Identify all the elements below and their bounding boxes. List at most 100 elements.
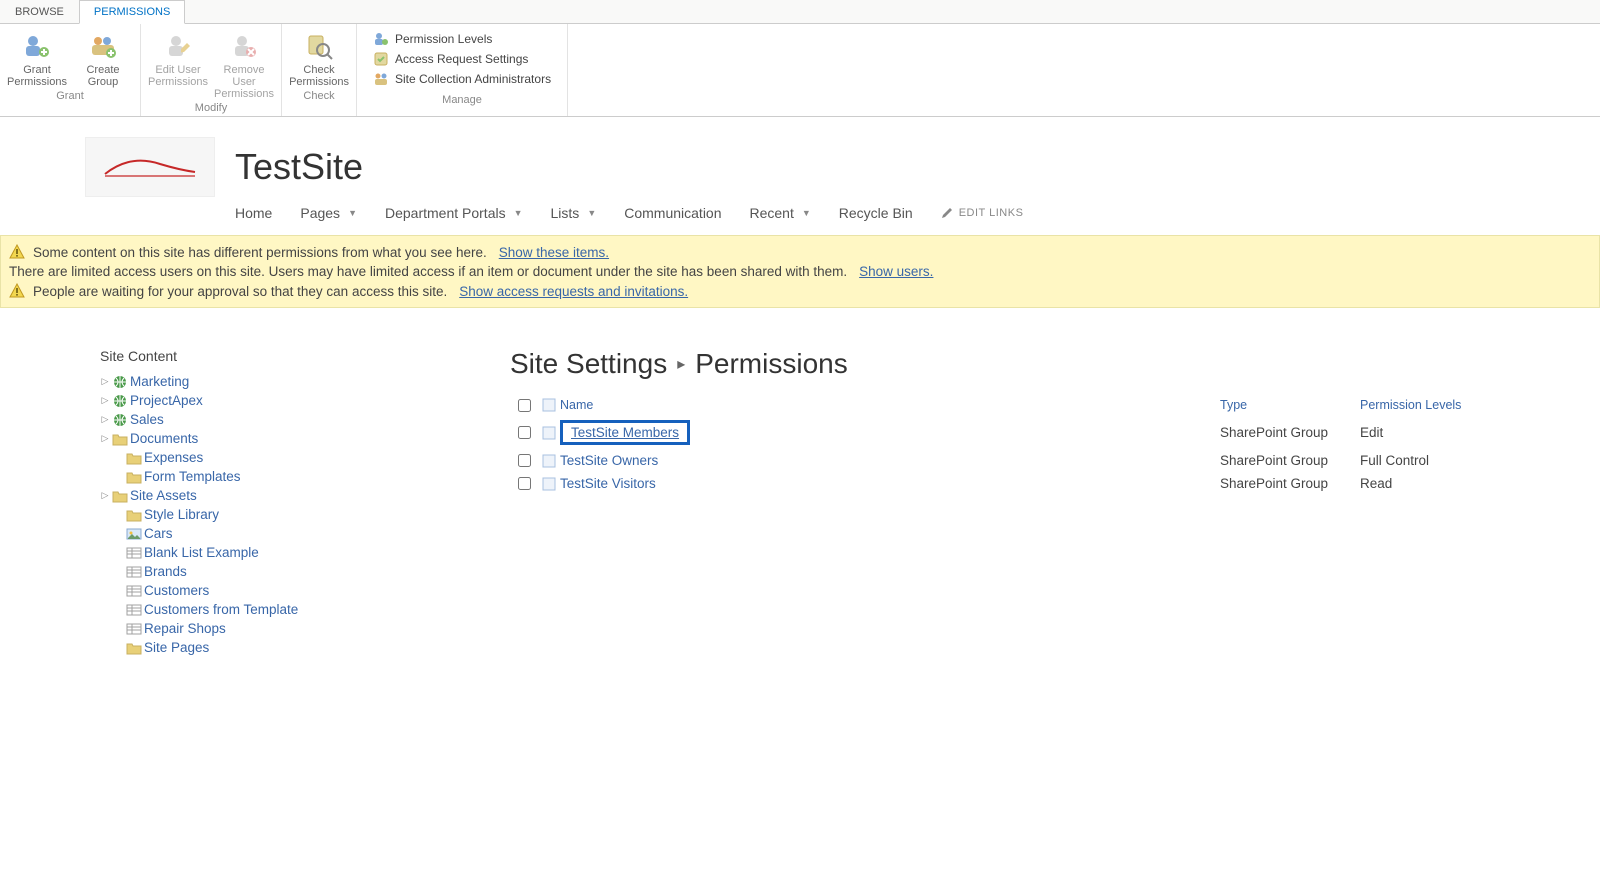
nav-pages-label: Pages <box>300 205 340 221</box>
permission-levels-link[interactable]: Permission Levels <box>373 30 551 48</box>
group-name-link[interactable]: TestSite Owners <box>560 453 658 468</box>
tree-expander-icon[interactable]: ▷ <box>100 376 110 387</box>
tree-item-link[interactable]: Style Library <box>144 507 219 522</box>
site-header: TestSite <box>0 117 1600 197</box>
permission-level: Read <box>1360 476 1560 491</box>
column-header-name[interactable]: Name <box>560 398 1220 412</box>
main-content: Site Content ▷Marketing▷ProjectApex▷Sale… <box>0 308 1600 657</box>
tree-item: Form Templates <box>100 467 450 486</box>
show-access-requests-link[interactable]: Show access requests and invitations. <box>459 284 688 299</box>
grant-permissions-label: Grant Permissions <box>7 64 67 88</box>
tree-item-link[interactable]: Brands <box>144 564 187 579</box>
site-collection-admins-icon <box>373 71 389 87</box>
row-checkbox[interactable] <box>518 426 531 439</box>
sidebar: Site Content ▷Marketing▷ProjectApex▷Sale… <box>100 348 450 657</box>
check-permissions-icon <box>303 30 335 62</box>
tab-browse[interactable]: BROWSE <box>0 0 79 23</box>
tree-item: Cars <box>100 524 450 543</box>
breadcrumb-current: Permissions <box>695 348 847 380</box>
nav-pages[interactable]: Pages ▼ <box>300 205 357 221</box>
permissions-table: Name Type Permission Levels TestSite Mem… <box>510 394 1560 495</box>
grant-permissions-button[interactable]: Grant Permissions <box>8 26 66 88</box>
tree-item-link[interactable]: Sales <box>130 412 164 427</box>
permissions-content: Site Settings ▸ Permissions Name Type Pe… <box>510 348 1600 495</box>
site-collection-admins-link[interactable]: Site Collection Administrators <box>373 70 551 88</box>
access-request-icon <box>373 51 389 67</box>
show-these-items-link[interactable]: Show these items. <box>499 245 609 260</box>
group-name-link[interactable]: TestSite Visitors <box>560 476 656 491</box>
page-title: Site Settings ▸ Permissions <box>510 348 1560 380</box>
tree-item-link[interactable]: Blank List Example <box>144 545 259 560</box>
nav-department-portals[interactable]: Department Portals ▼ <box>385 205 523 221</box>
check-permissions-button[interactable]: Check Permissions <box>290 26 348 88</box>
tree-item: ▷ Sales <box>100 410 450 429</box>
piclib-icon <box>126 527 142 541</box>
subsite-icon <box>112 394 128 408</box>
permission-level: Edit <box>1360 425 1560 440</box>
tree-item: Customers from Template <box>100 600 450 619</box>
access-request-settings-link[interactable]: Access Request Settings <box>373 50 551 68</box>
breadcrumb-settings[interactable]: Site Settings <box>510 348 667 380</box>
nav-home[interactable]: Home <box>235 205 272 221</box>
grant-permissions-icon <box>21 30 53 62</box>
remove-user-permissions-button[interactable]: Remove User Permissions <box>215 26 273 100</box>
chevron-down-icon: ▼ <box>348 208 357 218</box>
tree-item: Repair Shops <box>100 619 450 638</box>
tree-expander-icon[interactable]: ▷ <box>100 414 110 425</box>
tree-item-link[interactable]: Site Assets <box>130 488 197 503</box>
tree-item-link[interactable]: Marketing <box>130 374 189 389</box>
site-content-tree: ▷ Marketing ▷ ProjectApex ▷ Sales ▷ Documents Ex… <box>100 372 450 657</box>
tree-item: Brands <box>100 562 450 581</box>
ribbon-group-grant: Grant Permissions Create Group Grant <box>0 24 141 116</box>
ribbon-group-label-modify: Modify <box>149 102 273 114</box>
header-icon-column <box>538 398 560 412</box>
tree-item-link[interactable]: Form Templates <box>144 469 241 484</box>
tree-item-link[interactable]: Expenses <box>144 450 203 465</box>
tree-item-link[interactable]: Customers <box>144 583 209 598</box>
tab-permissions[interactable]: PERMISSIONS <box>79 0 185 24</box>
create-group-icon <box>87 30 119 62</box>
group-name-link[interactable]: TestSite Members <box>571 425 679 440</box>
column-header-level[interactable]: Permission Levels <box>1360 398 1560 412</box>
tree-item-link[interactable]: Cars <box>144 526 173 541</box>
nav-lists[interactable]: Lists ▼ <box>551 205 597 221</box>
nav-recycle-bin[interactable]: Recycle Bin <box>839 205 913 221</box>
nav-lists-label: Lists <box>551 205 580 221</box>
edit-links-button[interactable]: EDIT LINKS <box>941 207 1024 219</box>
nav-recent[interactable]: Recent ▼ <box>750 205 811 221</box>
group-icon <box>538 477 560 491</box>
breadcrumb-separator-icon: ▸ <box>677 354 685 374</box>
tree-item-link[interactable]: Customers from Template <box>144 602 298 617</box>
library-icon <box>126 641 142 655</box>
site-logo[interactable] <box>85 137 215 197</box>
table-row: TestSite MembersSharePoint GroupEdit <box>510 416 1560 449</box>
tree-item-link[interactable]: ProjectApex <box>130 393 203 408</box>
ribbon-tabs: BROWSE PERMISSIONS <box>0 0 1600 24</box>
tree-item-link[interactable]: Repair Shops <box>144 621 226 636</box>
chevron-down-icon: ▼ <box>587 208 596 218</box>
list-icon <box>126 622 142 636</box>
tree-item-link[interactable]: Site Pages <box>144 640 209 655</box>
library-icon <box>112 489 128 503</box>
row-checkbox[interactable] <box>518 454 531 467</box>
tree-item-link[interactable]: Documents <box>130 431 198 446</box>
tree-item: ▷ ProjectApex <box>100 391 450 410</box>
table-header: Name Type Permission Levels <box>510 394 1560 416</box>
select-all-checkbox[interactable] <box>518 399 531 412</box>
table-row: TestSite OwnersSharePoint GroupFull Cont… <box>510 449 1560 472</box>
tree-expander-icon[interactable]: ▷ <box>100 490 110 501</box>
library-icon <box>126 451 142 465</box>
library-icon <box>112 432 128 446</box>
create-group-button[interactable]: Create Group <box>74 26 132 88</box>
notification-bar: Some content on this site has different … <box>0 235 1600 308</box>
nav-recent-label: Recent <box>750 205 794 221</box>
tree-expander-icon[interactable]: ▷ <box>100 433 110 444</box>
row-checkbox[interactable] <box>518 477 531 490</box>
edit-user-permissions-button[interactable]: Edit User Permissions <box>149 26 207 100</box>
list-icon <box>126 603 142 617</box>
library-icon <box>126 508 142 522</box>
show-users-link[interactable]: Show users. <box>859 264 933 279</box>
nav-communication[interactable]: Communication <box>624 205 721 221</box>
column-header-type[interactable]: Type <box>1220 398 1360 412</box>
tree-expander-icon[interactable]: ▷ <box>100 395 110 406</box>
